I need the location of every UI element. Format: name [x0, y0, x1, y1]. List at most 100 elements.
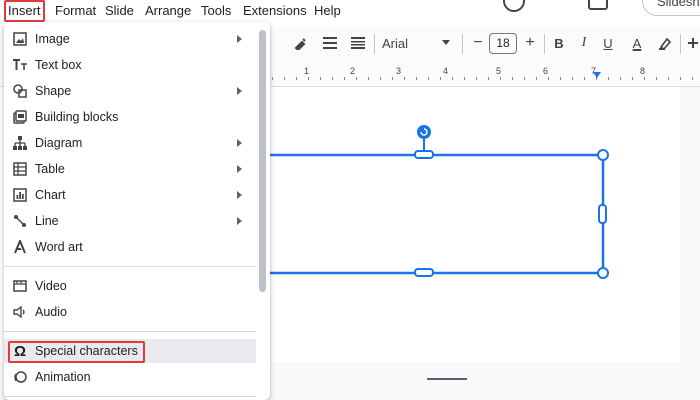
ruler-tick	[488, 77, 489, 80]
toolbar-divider	[544, 34, 545, 54]
ruler-tick	[476, 77, 477, 80]
chart-icon	[12, 187, 28, 203]
menu-divider	[4, 266, 256, 267]
menu-arrange[interactable]: Arrange	[145, 2, 191, 20]
menu-item-label: Image	[35, 32, 70, 46]
chevron-right-icon	[237, 165, 242, 173]
menu-item-line[interactable]: Line	[4, 209, 256, 233]
resize-handle-top[interactable]	[414, 150, 434, 159]
building-blocks-icon	[12, 109, 28, 125]
ruler-tick	[380, 77, 381, 80]
menu-item-label: Audio	[35, 305, 67, 319]
ruler-tick	[500, 77, 501, 80]
increase-font-button[interactable]: +	[522, 26, 538, 60]
menu-divider	[4, 396, 256, 397]
align-icon[interactable]	[320, 26, 340, 60]
menu-item-animation[interactable]: Animation	[4, 365, 256, 389]
ruler-tick	[692, 77, 693, 80]
ruler-tick	[536, 77, 537, 80]
menu-item-audio[interactable]: Audio	[4, 300, 256, 324]
decrease-font-button[interactable]: −	[470, 26, 486, 60]
chevron-right-icon	[237, 139, 242, 147]
chevron-down-icon[interactable]	[442, 40, 450, 45]
ruler-tick	[668, 77, 669, 80]
menu-item-building-blocks[interactable]: Building blocks	[4, 105, 256, 129]
menu-slide[interactable]: Slide	[105, 2, 134, 20]
highlight-box	[8, 341, 145, 363]
paint-format-icon[interactable]	[292, 26, 310, 60]
menu-divider	[4, 331, 256, 332]
highlight-icon[interactable]	[656, 26, 674, 60]
menu-extensions[interactable]: Extensions	[243, 2, 307, 20]
toolbar-divider	[680, 34, 681, 54]
ruler-tick	[560, 77, 561, 80]
slideshow-button[interactable]: Slidesh	[642, 0, 700, 16]
menu-item-chart[interactable]: Chart	[4, 183, 256, 207]
ruler-tick	[512, 77, 513, 80]
resize-handle-right[interactable]	[598, 204, 607, 224]
ruler-number: 8	[640, 66, 646, 76]
ruler-tick	[332, 77, 333, 80]
resize-handle-bottom[interactable]	[414, 268, 434, 277]
ruler-tick	[416, 77, 417, 80]
menu-item-shape[interactable]: Shape	[4, 79, 256, 103]
menu-scrollbar[interactable]	[259, 30, 266, 292]
menu-help[interactable]: Help	[314, 2, 341, 20]
menu-tools[interactable]: Tools	[201, 2, 231, 20]
ruler-number: 1	[304, 66, 310, 76]
ruler-tick	[272, 77, 273, 80]
resize-handle-top-right[interactable]	[597, 149, 609, 161]
ruler-tick	[356, 77, 357, 80]
menu-item-word-art[interactable]: Word art	[4, 235, 256, 259]
bold-button[interactable]: B	[551, 26, 567, 60]
ruler-number: 2	[350, 66, 356, 76]
chevron-right-icon	[237, 87, 242, 95]
menu-insert[interactable]: Insert	[4, 0, 45, 22]
rotate-handle[interactable]	[417, 125, 431, 139]
ruler-tick	[608, 77, 609, 80]
line-icon	[12, 213, 28, 229]
ruler-tick	[284, 77, 285, 80]
audio-icon	[12, 304, 28, 320]
line-spacing-icon[interactable]	[348, 26, 368, 60]
animation-icon	[12, 369, 28, 385]
ruler-tick	[368, 77, 369, 80]
font-size-input[interactable]: 18	[489, 33, 517, 54]
ruler-tick	[464, 77, 465, 80]
shape-icon	[12, 83, 28, 99]
menu-item-video[interactable]: Video	[4, 274, 256, 298]
toolbar-divider	[462, 34, 463, 54]
menu-item-label: Table	[35, 162, 65, 176]
ruler-tick	[524, 77, 525, 80]
more-icon[interactable]	[686, 26, 700, 60]
speaker-notes-handle[interactable]	[427, 378, 467, 380]
ruler-number: 3	[396, 66, 402, 76]
menu-item-label: Building blocks	[35, 110, 119, 124]
ruler-tick	[620, 77, 621, 80]
ruler-tick	[656, 77, 657, 80]
underline-button[interactable]: U	[600, 26, 616, 60]
indent-marker[interactable]	[593, 72, 601, 78]
menu-item-diagram[interactable]: Diagram	[4, 131, 256, 155]
chevron-right-icon	[237, 217, 242, 225]
menu-item-text-box[interactable]: Text box	[4, 53, 256, 77]
table-icon	[12, 161, 28, 177]
resize-handle-bottom-right[interactable]	[597, 267, 609, 279]
comment-icon[interactable]	[588, 0, 608, 10]
menu-format[interactable]: Format	[55, 2, 96, 20]
menu-item-table[interactable]: Table	[4, 157, 256, 181]
ruler-tick	[632, 77, 633, 80]
diagram-icon	[12, 135, 28, 151]
history-icon[interactable]	[503, 0, 525, 12]
ruler-tick	[572, 77, 573, 80]
menu-item-image[interactable]: Image	[4, 27, 256, 51]
text-box-icon	[12, 57, 28, 73]
text-color-button[interactable]: A	[629, 26, 645, 60]
ruler-number: 4	[443, 66, 449, 76]
ruler-tick	[548, 77, 549, 80]
menu-item-label: Shape	[35, 84, 72, 98]
italic-button[interactable]: I	[576, 26, 592, 60]
chevron-right-icon	[237, 35, 242, 43]
ruler-tick	[644, 77, 645, 80]
ruler-tick	[296, 77, 297, 80]
